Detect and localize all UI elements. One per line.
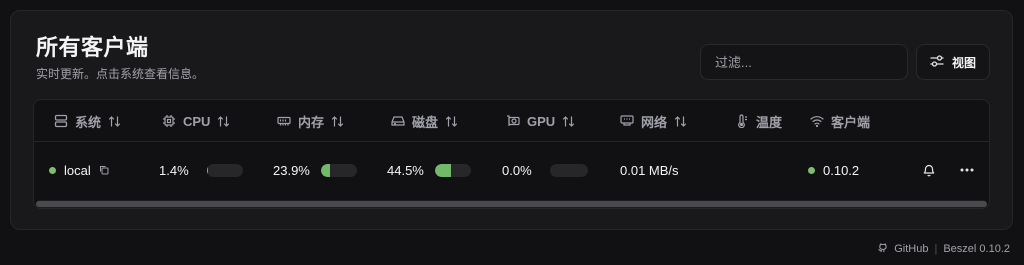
scrollbar-thumb[interactable] (36, 201, 987, 207)
network-icon (620, 114, 634, 128)
horizontal-scrollbar[interactable] (36, 200, 987, 208)
agent-cell: 0.10.2 (808, 142, 859, 198)
wifi-icon (810, 114, 824, 128)
column-label: 磁盘 (412, 114, 439, 130)
column-header-gpu[interactable]: GPU (506, 100, 575, 142)
page-title: 所有客户端 (36, 35, 149, 60)
footer-separator: | (934, 243, 938, 255)
all-clients-card: 所有客户端 实时更新。点击系统查看信息。 视图 系统 (10, 10, 1013, 230)
memory-usage-fill (321, 163, 330, 177)
hard-drive-icon (391, 114, 405, 128)
github-link[interactable]: GitHub (894, 243, 928, 255)
table-header: 系统 CPU 内存 磁盘 GPU 网络 温度 客户端 (34, 100, 989, 142)
server-icon (54, 114, 68, 128)
more-options-icon[interactable] (959, 142, 975, 198)
memory-icon (277, 114, 291, 128)
sort-arrows-icon (674, 115, 687, 128)
column-label: 温度 (756, 114, 783, 130)
copy-icon[interactable] (99, 165, 109, 175)
sort-arrows-icon (217, 115, 230, 128)
column-header-disk[interactable]: 磁盘 (391, 100, 458, 142)
sort-arrows-icon (331, 115, 344, 128)
page-subtitle: 实时更新。点击系统查看信息。 (36, 67, 205, 81)
column-label: GPU (527, 113, 556, 129)
cpu-cell: 1.4% (159, 142, 243, 198)
view-button-label: 视图 (951, 55, 976, 70)
column-label: CPU (183, 113, 211, 129)
cpu-icon (162, 114, 176, 128)
sort-arrows-icon (108, 115, 121, 128)
gpu-icon (506, 114, 520, 128)
column-header-temperature: 温度 (735, 100, 782, 142)
disk-usage-fill (435, 163, 452, 177)
disk-usage-bar (435, 163, 471, 177)
column-header-agent: 客户端 (810, 100, 870, 142)
table-row[interactable]: local 1.4% 23.9% 44.5% 0.0% 0.01 MB/s 0.… (34, 142, 989, 198)
agent-version: 0.10.2 (823, 162, 860, 178)
memory-usage-bar (321, 163, 357, 177)
gpu-value: 0.0% (502, 162, 532, 178)
sort-arrows-icon (562, 115, 575, 128)
column-header-cpu[interactable]: CPU (162, 100, 230, 142)
gpu-cell: 0.0% (502, 142, 588, 198)
sliders-icon (930, 54, 944, 71)
memory-cell: 23.9% (273, 142, 357, 198)
column-label: 内存 (298, 114, 325, 130)
footer: GitHub | Beszel 0.10.2 (877, 242, 1010, 256)
column-header-memory[interactable]: 内存 (277, 100, 344, 142)
cpu-usage-bar (207, 163, 243, 177)
column-header-network[interactable]: 网络 (620, 100, 687, 142)
system-name[interactable]: local (64, 163, 91, 178)
gpu-usage-bar (550, 163, 588, 177)
view-options-button[interactable]: 视图 (916, 44, 990, 80)
column-label: 网络 (641, 114, 668, 130)
status-dot (49, 166, 56, 174)
thermometer-icon (735, 114, 749, 128)
column-header-system[interactable]: 系统 (54, 100, 121, 142)
cpu-usage-fill (207, 163, 208, 177)
version-link[interactable]: Beszel 0.10.2 (943, 243, 1010, 255)
system-cell[interactable]: local (49, 142, 109, 198)
github-icon (877, 242, 888, 256)
filter-input[interactable] (700, 44, 908, 80)
cpu-value: 1.4% (159, 162, 189, 178)
systems-table: 系统 CPU 内存 磁盘 GPU 网络 温度 客户端 local 1.4% 23… (33, 99, 990, 209)
disk-cell: 44.5% (387, 142, 471, 198)
memory-value: 23.9% (273, 162, 310, 178)
bell-icon[interactable] (921, 142, 937, 198)
column-label: 系统 (75, 114, 102, 130)
network-cell: 0.01 MB/s (620, 142, 679, 198)
column-label: 客户端 (831, 114, 871, 130)
disk-value: 44.5% (387, 162, 424, 178)
network-value: 0.01 MB/s (620, 162, 679, 178)
sort-arrows-icon (445, 115, 458, 128)
agent-status-dot (808, 166, 815, 174)
